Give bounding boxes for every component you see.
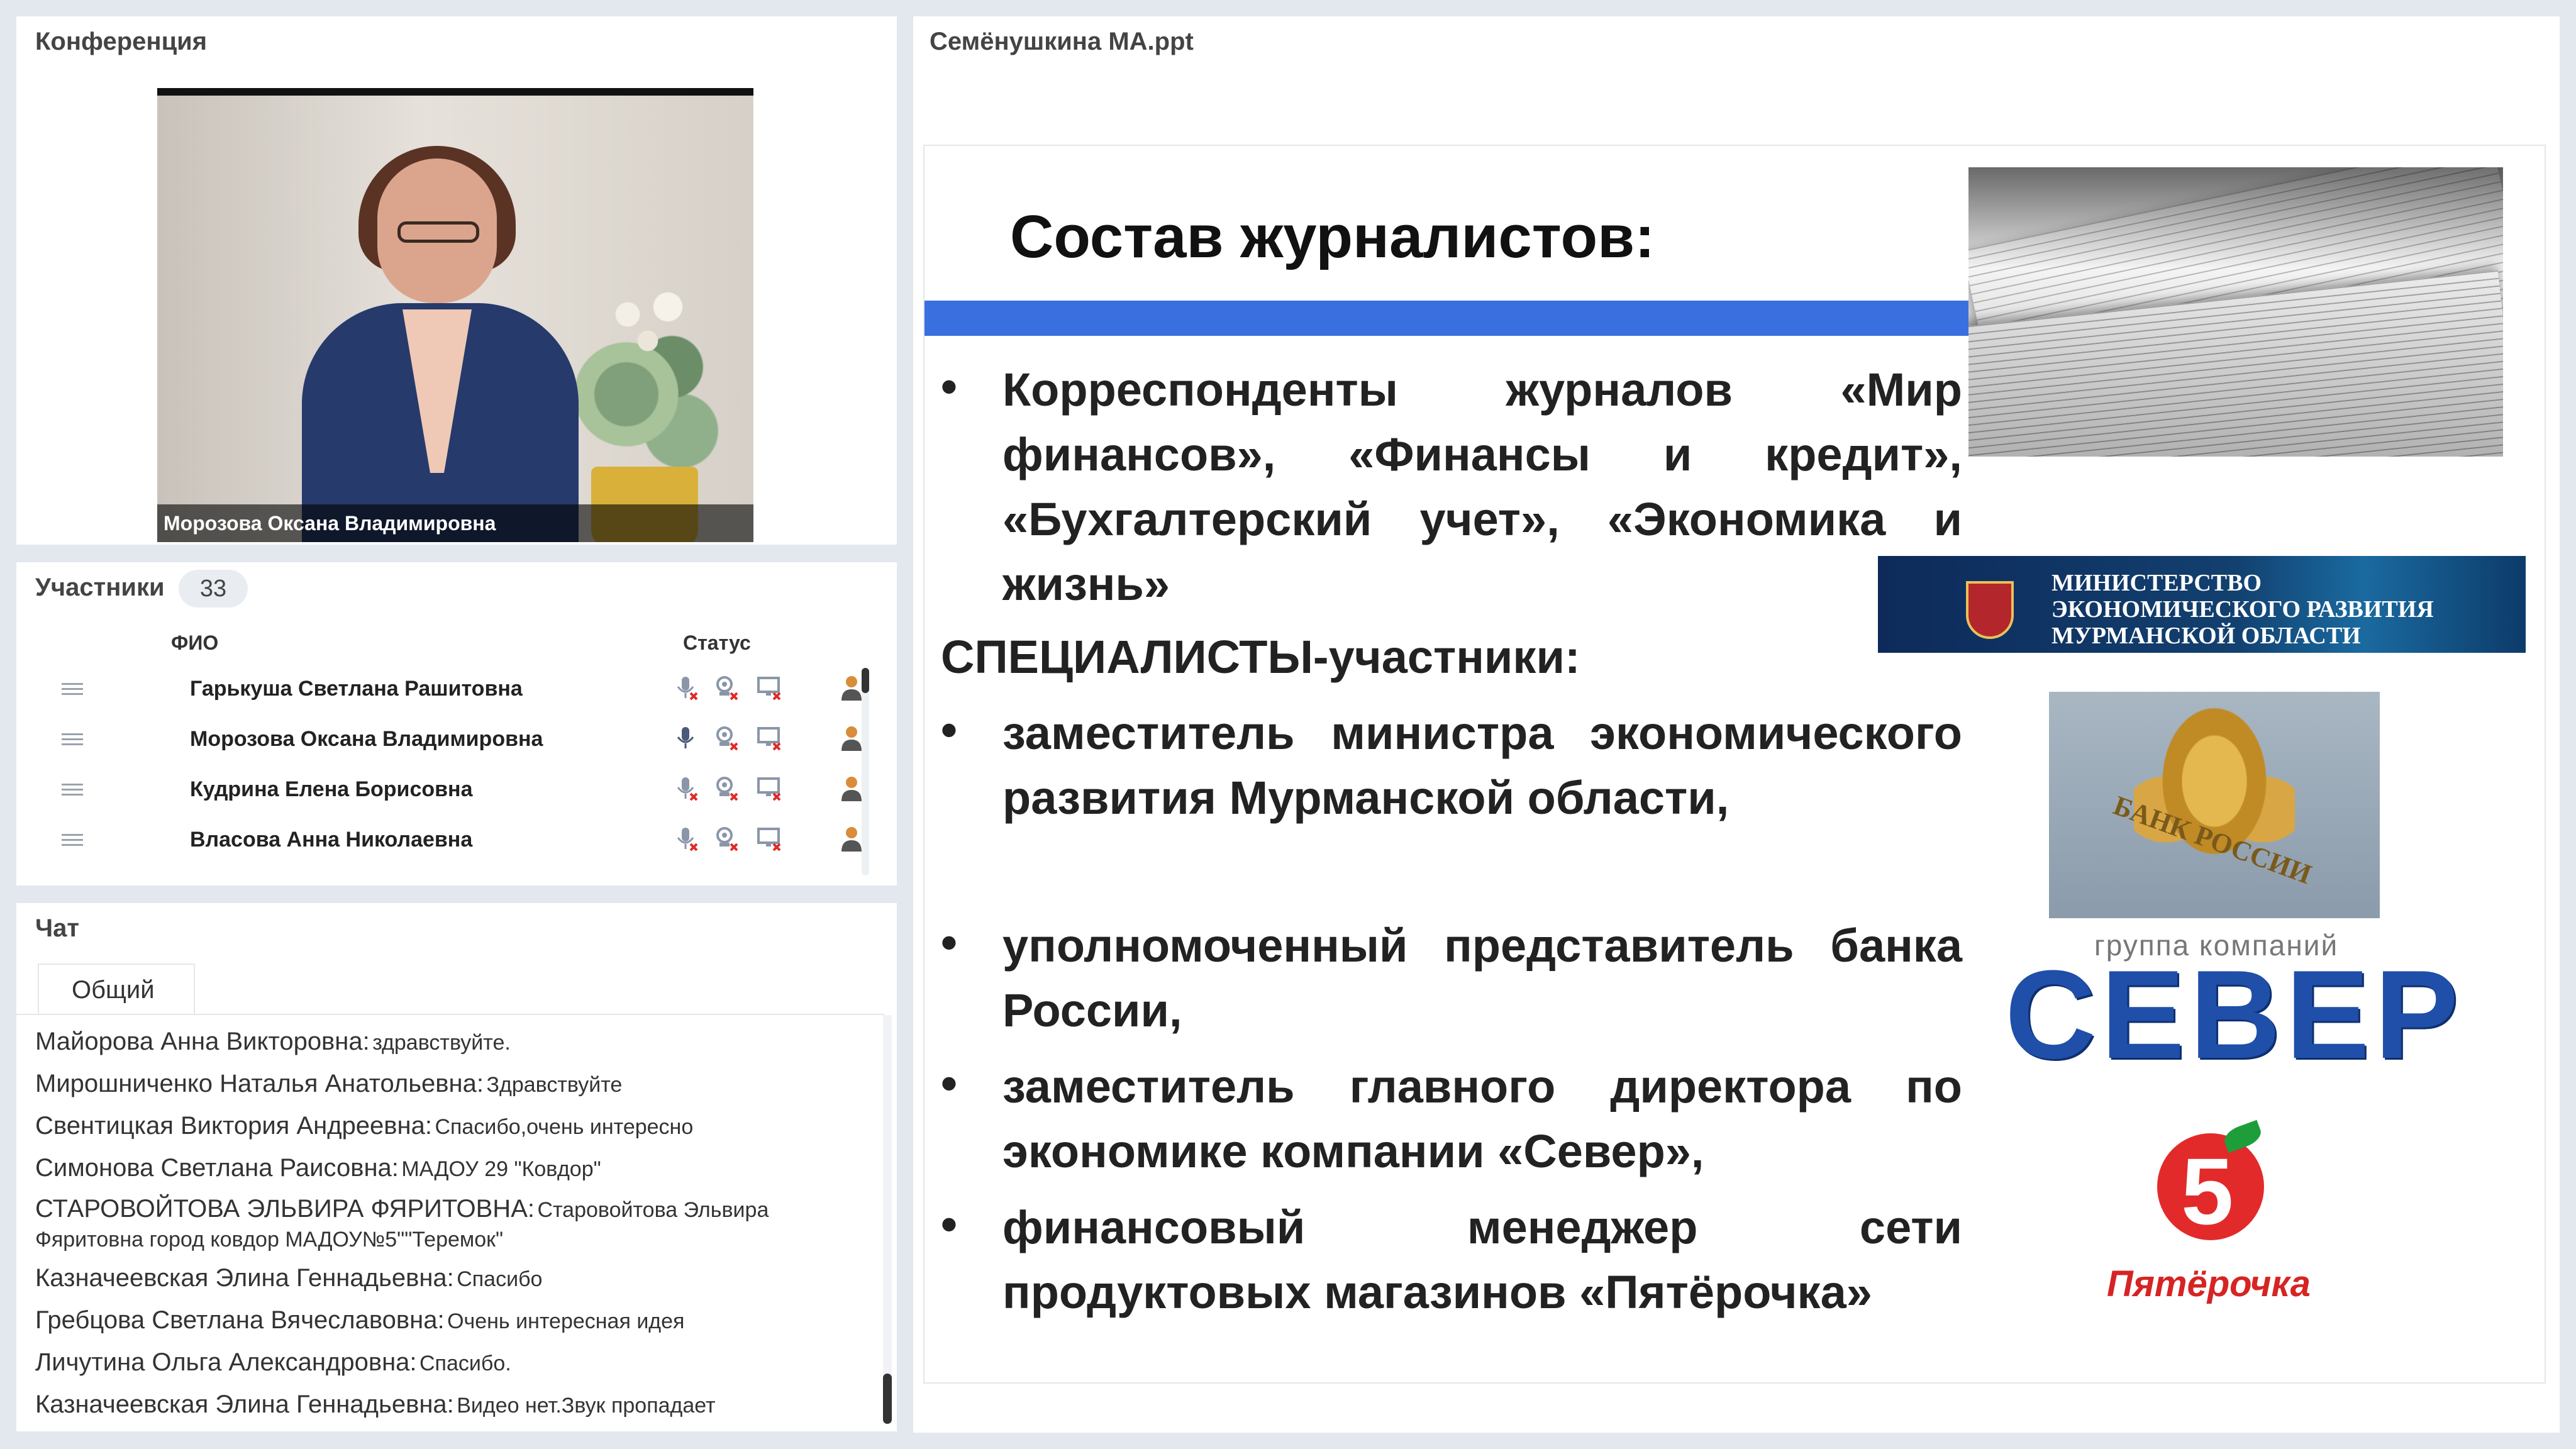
- speaker-glasses-image: [397, 221, 479, 243]
- participant-name: Гарькуша Светлана Рашитовна: [190, 677, 523, 701]
- chat-message: Майорова Анна Викторовна: здравствуйте.: [35, 1028, 872, 1056]
- ministry-logo-text: МИНИСТЕРСТВО ЭКОНОМИЧЕСКОГО РАЗВИТИЯ МУР…: [2051, 570, 2434, 649]
- slide-bullet: заместитель министра экономического разв…: [1002, 707, 1962, 824]
- participant-name: Кудрина Елена Борисовна: [190, 777, 473, 801]
- chat-author: Казначеевская Элина Геннадьевна:: [35, 1391, 454, 1418]
- newspaper-image: [1968, 167, 2503, 457]
- chat-messages: Майорова Анна Викторовна: здравствуйте. …: [16, 1014, 884, 1430]
- column-header-status[interactable]: Статус: [683, 631, 751, 655]
- chat-message: Мирошниченко Наталья Анатольевна: Здравс…: [35, 1070, 872, 1098]
- chat-author: Майорова Анна Викторовна:: [35, 1028, 370, 1055]
- screen-share-off-icon[interactable]: [756, 825, 784, 853]
- camera-off-icon[interactable]: [713, 825, 741, 853]
- slide-bullet: заместитель главного директора по эконом…: [1002, 1060, 1962, 1177]
- participants-scrollbar[interactable]: [862, 668, 869, 875]
- coat-of-arms-icon: [1966, 581, 2014, 639]
- slide-bullet: уполномоченный представитель банка Росси…: [1002, 919, 1962, 1036]
- slide-accent-bar: [924, 301, 1968, 336]
- drag-handle-icon[interactable]: [62, 733, 83, 746]
- sever-logo: СЕВЕР: [2005, 945, 2464, 1085]
- bullet-dot: •: [941, 1057, 957, 1109]
- slide-bullet: финансовый менеджер сети продуктовых маг…: [1002, 1201, 1962, 1318]
- camera-off-icon[interactable]: [713, 724, 741, 752]
- pyaterochka-logo-text: Пятёрочка: [2107, 1263, 2311, 1304]
- drag-handle-icon[interactable]: [62, 834, 83, 847]
- chat-message: Личутина Ольга Александровна: Спасибо.: [35, 1348, 872, 1377]
- bank-of-russia-logo: БАНК РОССИИ: [2049, 692, 2380, 918]
- pyaterochka-five-glyph: 5: [2181, 1138, 2234, 1244]
- participant-row[interactable]: Морозова Оксана Владимировна: [35, 714, 872, 765]
- mic-muted-icon[interactable]: [673, 775, 701, 802]
- chat-author: Мирошниченко Наталья Анатольевна:: [35, 1070, 484, 1097]
- pyaterochka-logo: 5 Пятёрочка: [2082, 1119, 2352, 1327]
- bullet-dot: •: [941, 704, 957, 756]
- presentation-panel: Семёнушкина МА.ppt Состав журналистов: •…: [913, 16, 2560, 1433]
- participant-row[interactable]: Власова Анна Николаевна: [35, 815, 872, 865]
- column-header-name[interactable]: ФИО: [171, 631, 218, 655]
- chat-author: Гребцова Светлана Вячеславовна:: [35, 1306, 445, 1334]
- chat-tab-general[interactable]: Общий: [38, 963, 195, 1014]
- newspaper-shadow: [1968, 167, 2503, 457]
- screen-share-off-icon[interactable]: [756, 775, 784, 802]
- conference-title: Конференция: [35, 28, 208, 55]
- ministry-logo: МИНИСТЕРСТВО ЭКОНОМИЧЕСКОГО РАЗВИТИЯ МУР…: [1878, 556, 2526, 653]
- presentation-slide[interactable]: Состав журналистов: • Корреспонденты жур…: [923, 145, 2546, 1384]
- participants-scrollbar-thumb[interactable]: [862, 668, 869, 693]
- chat-message: Свентицкая Виктория Андреевна: Спасибо,о…: [35, 1112, 872, 1140]
- chat-author: Свентицкая Виктория Андреевна:: [35, 1112, 432, 1140]
- participants-title: Участники: [35, 574, 165, 601]
- mic-muted-icon[interactable]: [673, 674, 701, 702]
- chat-message: Казначеевская Элина Геннадьевна: Спасибо: [35, 1264, 872, 1292]
- chat-message: Симонова Светлана Раисовна: МАДОУ 29 "Ко…: [35, 1154, 872, 1182]
- chat-message: Казначеевская Элина Геннадьевна: Видео н…: [35, 1391, 872, 1419]
- chat-author: Личутина Ольга Александровна:: [35, 1348, 417, 1376]
- conference-panel: Конференция Морозова Оксана Владимировна: [16, 16, 897, 545]
- chat-text: Спасибо,очень интересно: [435, 1115, 694, 1139]
- participant-row[interactable]: Кудрина Елена Борисовна: [35, 765, 872, 815]
- bullet-dot: •: [941, 1198, 957, 1250]
- chat-message: Гребцова Светлана Вячеславовна: Очень ин…: [35, 1306, 872, 1335]
- screen-share-off-icon[interactable]: [756, 724, 784, 752]
- participant-name: Морозова Оксана Владимировна: [190, 727, 543, 751]
- slide-title: Состав журналистов:: [1010, 203, 1655, 270]
- slide-section-heading: СПЕЦИАЛИСТЫ-участники:: [941, 631, 1580, 683]
- flowers-image: [597, 284, 698, 360]
- mic-muted-icon[interactable]: [673, 825, 701, 853]
- chat-text: здравствуйте.: [372, 1031, 511, 1055]
- chat-message: СТАРОВОЙТОВА ЭЛЬВИРА ФЯРИТОВНА: Старовой…: [35, 1196, 872, 1257]
- speaker-name-caption: Морозова Оксана Владимировна: [157, 504, 753, 542]
- chat-text: Спасибо.: [419, 1352, 511, 1375]
- drag-handle-icon[interactable]: [62, 683, 83, 696]
- speaker-video[interactable]: Морозова Оксана Владимировна: [157, 88, 753, 542]
- bullet-dot: •: [941, 916, 957, 969]
- presentation-file-title: Семёнушкина МА.ppt: [930, 28, 1194, 55]
- slide-bullet: Корреспонденты журналов «Мир финансов», …: [1002, 364, 1962, 610]
- bullet-dot: •: [941, 360, 957, 413]
- camera-off-icon[interactable]: [713, 674, 741, 702]
- chat-title: Чат: [35, 914, 79, 942]
- chat-text: Очень интересная идея: [447, 1309, 685, 1333]
- participants-panel: Участники 33 ФИО Статус Гарькуша Светлан…: [16, 562, 897, 886]
- screen-share-off-icon[interactable]: [756, 674, 784, 702]
- chat-author: СТАРОВОЙТОВА ЭЛЬВИРА ФЯРИТОВНА:: [35, 1195, 535, 1223]
- conference-header: Конференция: [16, 16, 897, 65]
- chat-text: Здравствуйте: [486, 1073, 623, 1097]
- participants-count-badge: 33: [179, 570, 248, 608]
- chat-scrollbar-thumb[interactable]: [883, 1374, 892, 1424]
- chat-author: Симонова Светлана Раисовна:: [35, 1154, 399, 1182]
- participant-row[interactable]: Гарькуша Светлана Рашитовна: [35, 664, 872, 714]
- participant-name: Власова Анна Николаевна: [190, 828, 473, 852]
- mic-active-icon[interactable]: [673, 724, 701, 752]
- chat-panel: Чат Общий Майорова Анна Викторовна: здра…: [16, 903, 897, 1431]
- chat-text: Видео нет.Звук пропадает: [457, 1394, 716, 1418]
- chat-scrollbar[interactable]: [883, 1015, 892, 1424]
- chat-author: Казначеевская Элина Геннадьевна:: [35, 1264, 454, 1292]
- drag-handle-icon[interactable]: [62, 784, 83, 796]
- chat-text: Спасибо: [457, 1267, 543, 1291]
- camera-off-icon[interactable]: [713, 775, 741, 802]
- chat-text: МАДОУ 29 "Ковдор": [401, 1157, 601, 1181]
